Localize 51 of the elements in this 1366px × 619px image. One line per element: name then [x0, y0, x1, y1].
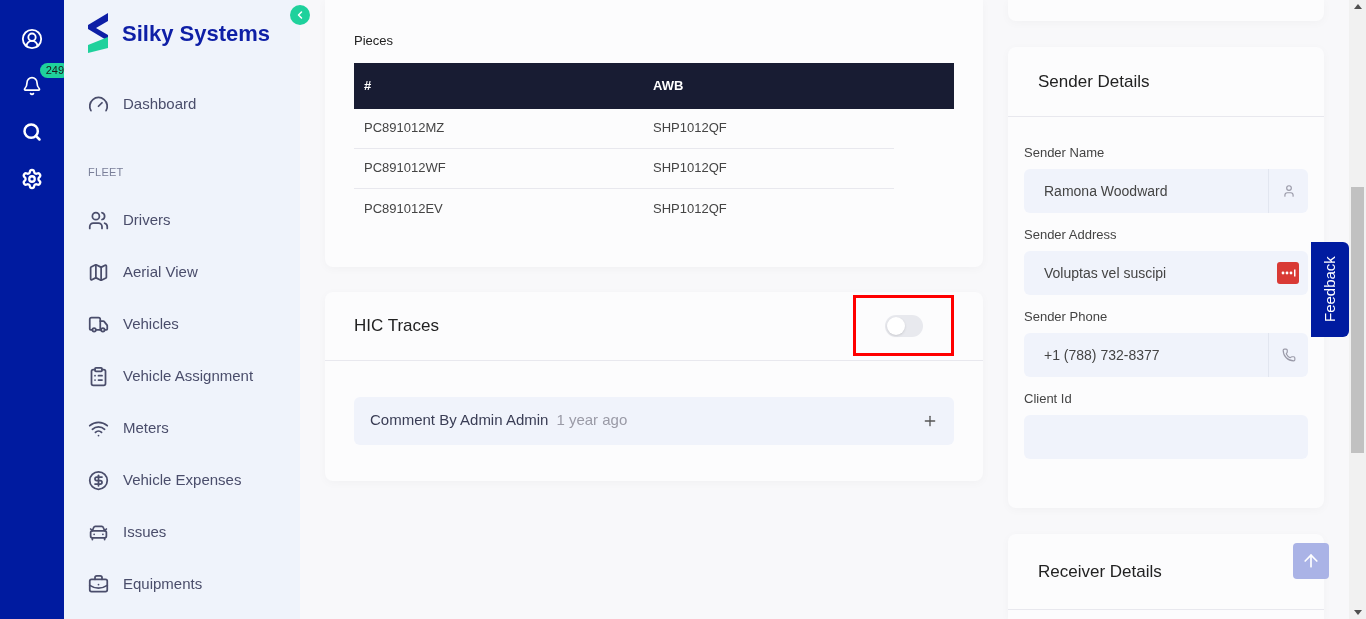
logo-icon [88, 13, 110, 53]
people-icon [88, 209, 109, 231]
phone-icon [1281, 348, 1296, 363]
table-cell-text: SHP1012QF [653, 199, 728, 218]
map-icon [88, 261, 109, 283]
sidebar-item[interactable]: Dashboard [88, 78, 300, 130]
comment-author: Comment By Admin Admin [370, 410, 549, 431]
table-cell-text: PC891012MZ [363, 119, 446, 138]
card-title: HIC Traces [354, 314, 440, 337]
field-label: Sender Address [1024, 226, 1118, 244]
settings-icon[interactable] [21, 168, 43, 190]
toolbox-icon [88, 573, 109, 595]
table-cell-text: SHP1012QF [653, 119, 728, 138]
input-field[interactable]: Voluptas vel suscipi [1024, 251, 1308, 296]
comment-bar[interactable]: Comment By Admin Admin 1 year ago [354, 396, 954, 445]
column-header: # [363, 76, 373, 95]
profile-icon[interactable] [21, 28, 43, 50]
feedback-tab[interactable]: Feedback [1311, 242, 1349, 337]
table-cell-text: PC891012WF [363, 159, 447, 178]
scroll-up-icon[interactable] [1353, 4, 1362, 9]
clipboard-icon [88, 365, 109, 387]
table-cell-text: SHP1012QF [653, 159, 728, 178]
table-cell-text: PC891012EV [363, 199, 444, 218]
input-field[interactable]: +1 (788) 732-8377 [1024, 333, 1308, 378]
sidebar-item[interactable]: Vehicle Expenses [88, 454, 300, 506]
field-label: Sender Name [1024, 144, 1106, 162]
section-title: Pieces [354, 32, 395, 50]
toggle-switch[interactable] [884, 314, 923, 337]
sidebar-item[interactable]: Meters [88, 402, 300, 454]
sidebar-item[interactable]: Equipments [88, 558, 300, 610]
notification-icon[interactable] [22, 76, 42, 96]
card-title: Sender Details [1038, 70, 1150, 93]
scrollbar-thumb[interactable] [1351, 187, 1364, 453]
sidebar-item[interactable]: Vehicle Assignment [88, 350, 300, 402]
dollar-icon [88, 469, 109, 491]
search-icon[interactable] [22, 122, 42, 142]
section-label: FLEET [88, 164, 124, 180]
column-header: AWB [653, 76, 685, 95]
user-icon [1281, 184, 1296, 199]
brand-name: Silky Systems [122, 19, 270, 48]
password-icon[interactable] [1277, 262, 1299, 285]
sidebar-item[interactable]: Issues [88, 506, 300, 558]
scroll-down-icon[interactable] [1353, 610, 1362, 615]
sidebar-item[interactable]: Aerial View [88, 246, 300, 298]
card-title: Receiver Details [1038, 560, 1162, 583]
field-label: Sender Phone [1024, 308, 1109, 326]
comment-time: 1 year ago [556, 410, 628, 431]
input-field[interactable]: Ramona Woodward [1024, 169, 1308, 214]
sidebar-item[interactable]: Drivers [88, 194, 300, 246]
field-label: Client Id [1024, 390, 1073, 408]
sidebar-item[interactable]: Vehicles [88, 298, 300, 350]
